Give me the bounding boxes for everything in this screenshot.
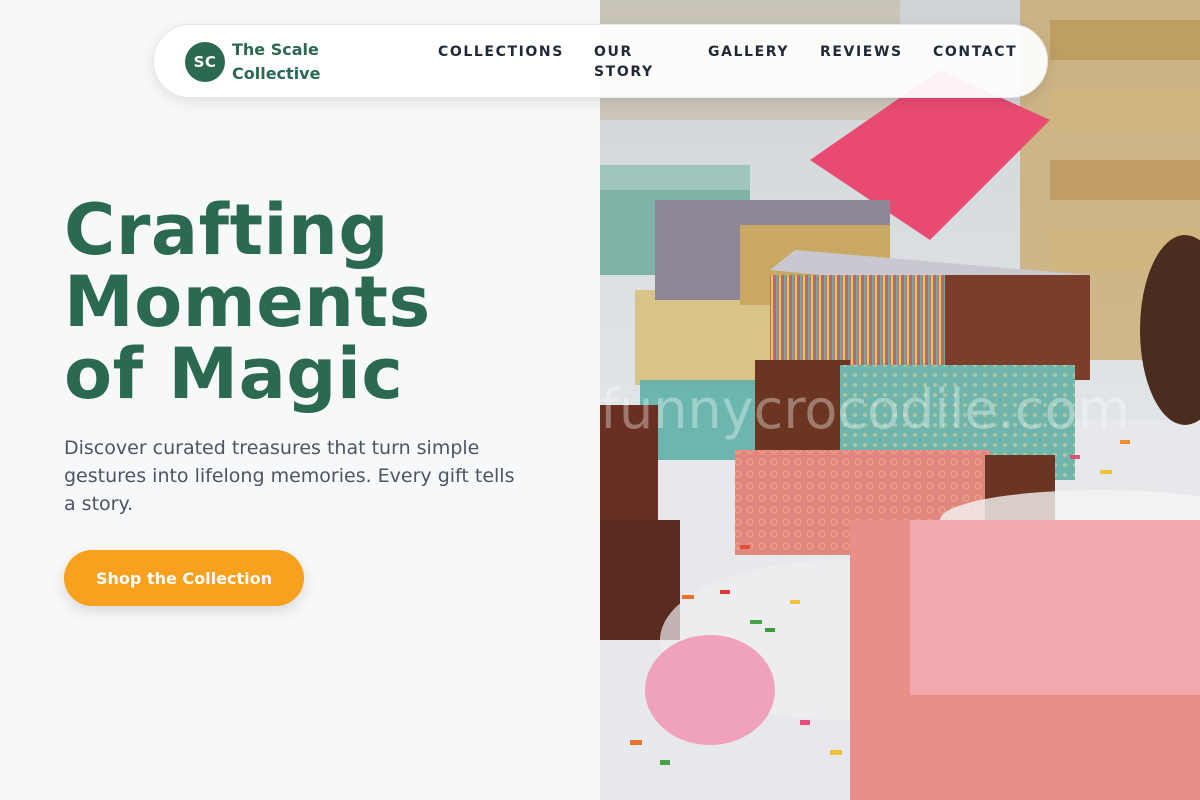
hero-title: Crafting Moments of Magic <box>64 189 431 415</box>
nav-link-collections[interactable]: COLLECTIONS <box>438 42 564 62</box>
nav-link-our-story[interactable]: OUR STORY <box>594 42 664 82</box>
top-navbar: SC The Scale Collective COLLECTIONS OUR … <box>153 24 1048 98</box>
brand-initials-badge: SC <box>185 42 225 82</box>
nav-link-gallery[interactable]: GALLERY <box>708 42 789 62</box>
hero-subtitle: Discover curated treasures that turn sim… <box>64 437 515 515</box>
photo-watermark: funnycrocodile.com <box>600 378 1130 441</box>
nav-link-contact[interactable]: CONTACT <box>933 42 1017 62</box>
brand-logo[interactable]: SC The Scale Collective <box>185 38 342 86</box>
shop-collection-button[interactable]: Shop the Collection <box>64 550 304 606</box>
brand-name: The Scale Collective <box>232 40 321 83</box>
nav-link-reviews[interactable]: REVIEWS <box>820 42 903 62</box>
hero-photo-gift-boxes: funnycrocodile.com <box>600 0 1200 800</box>
